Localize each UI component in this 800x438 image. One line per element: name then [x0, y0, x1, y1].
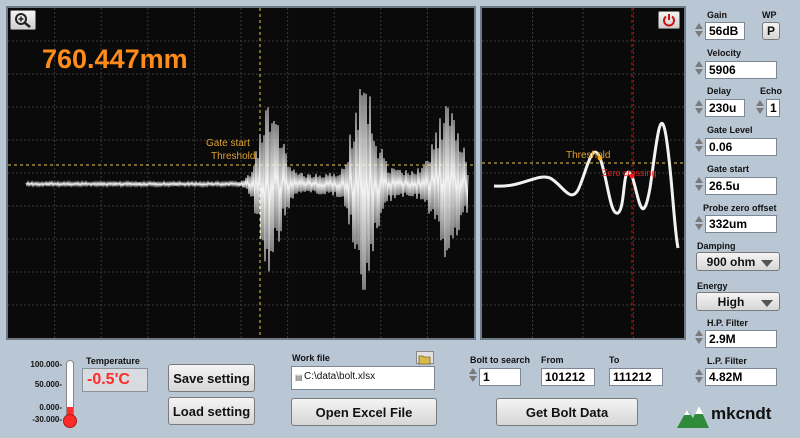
gate-start-field[interactable]: 26.5u	[705, 177, 777, 195]
chevron-down-icon	[761, 300, 773, 307]
work-file-path-field[interactable]: ▤ C:\data\bolt.xlsx	[291, 366, 435, 390]
zoom-in-icon	[15, 13, 31, 28]
thermo-tick: 50.000-	[34, 380, 62, 389]
echo-label: Echo	[760, 86, 783, 96]
energy-label: Energy	[697, 281, 728, 291]
probe-zero-spinner[interactable]	[695, 214, 703, 234]
thermo-tick: 0.000-	[39, 403, 62, 412]
load-setting-button[interactable]: Load setting	[168, 397, 255, 425]
brand-logo: mkcndt	[677, 400, 795, 432]
work-file-path: C:\data\bolt.xlsx	[304, 371, 376, 382]
damping-dropdown[interactable]: 900 ohm	[696, 252, 780, 271]
lp-filter-spinner[interactable]	[695, 367, 703, 387]
wp-label: WP	[762, 10, 777, 20]
temperature-display: -0.5'C	[82, 368, 148, 392]
folder-icon	[418, 355, 431, 365]
velocity-spinner[interactable]	[695, 59, 703, 79]
energy-value: High	[717, 294, 745, 309]
bolt-search-spinner[interactable]	[469, 366, 477, 386]
delay-label: Delay	[707, 86, 732, 96]
gate-level-label: Gate Level	[707, 125, 753, 135]
damping-label: Damping	[697, 241, 736, 251]
velocity-label: Velocity	[707, 48, 742, 58]
mountain-logo-icon	[677, 406, 709, 428]
gain-label: Gain	[707, 10, 728, 20]
gain-spinner[interactable]	[695, 21, 703, 41]
browse-folder-button[interactable]	[416, 351, 434, 365]
lp-filter-field[interactable]: 4.82M	[705, 368, 777, 386]
velocity-field[interactable]: 5906	[705, 61, 777, 79]
power-button[interactable]	[658, 11, 680, 29]
zoom-button[interactable]	[10, 10, 36, 30]
bolt-search-label: Bolt to search	[470, 355, 531, 365]
waveform-trace	[25, 88, 469, 290]
gate-start-label: Gate start	[206, 138, 250, 149]
hp-filter-field[interactable]: 2.9M	[705, 330, 777, 348]
distance-readout: 760.447mm	[42, 44, 188, 74]
echo-field[interactable]: 1	[766, 99, 780, 117]
thermo-tick: -30.000-	[32, 415, 62, 424]
hp-filter-label: H.P. Filter	[707, 318, 748, 328]
gate-level-spinner[interactable]	[695, 136, 703, 156]
zoom-waveform-panel: Threshold Zero crossing	[480, 6, 686, 340]
probe-zero-label: Probe zero offset	[703, 203, 777, 213]
from-field[interactable]: 101212	[541, 368, 595, 386]
echo-spinner[interactable]	[756, 98, 764, 118]
chevron-down-icon	[761, 260, 773, 267]
probe-zero-field[interactable]: 332um	[705, 215, 777, 233]
bolt-search-field[interactable]: 1	[479, 368, 521, 386]
save-setting-button[interactable]: Save setting	[168, 364, 255, 392]
hp-filter-spinner[interactable]	[695, 328, 703, 348]
gain-field[interactable]: 56dB	[705, 22, 745, 40]
zoomed-waveform-trace	[493, 121, 680, 249]
gate-start-spinner[interactable]	[695, 175, 703, 195]
thermometer-scale: 100.000- 50.000- 0.000- -30.000-	[22, 360, 62, 430]
lp-filter-label: L.P. Filter	[707, 356, 747, 366]
gate-start-label-setting: Gate start	[707, 164, 750, 174]
gate-level-field[interactable]: 0.06	[705, 138, 777, 156]
to-label: To	[609, 355, 620, 365]
get-bolt-data-button[interactable]: Get Bolt Data	[496, 398, 638, 426]
energy-dropdown[interactable]: High	[696, 292, 780, 311]
threshold-label-zoom: Threshold	[566, 150, 611, 161]
threshold-label: Threshold	[211, 151, 256, 162]
work-file-label: Work file	[292, 353, 330, 363]
main-waveform-panel: 760.447mm Gate start Threshold	[6, 6, 476, 340]
thermometer-icon	[63, 360, 77, 428]
power-icon	[663, 14, 675, 27]
damping-value: 900 ohm	[706, 254, 756, 269]
delay-field[interactable]: 230u	[705, 99, 745, 117]
brand-text: mkcndt	[711, 404, 772, 423]
from-label: From	[541, 355, 564, 365]
temperature-label: Temperature	[86, 356, 140, 366]
to-field[interactable]: 111212	[609, 368, 663, 386]
zero-crossing-label: Zero crossing	[602, 168, 657, 178]
wp-toggle[interactable]: P	[762, 22, 780, 40]
file-path-icon: ▤	[295, 373, 303, 382]
open-excel-file-button[interactable]: Open Excel File	[291, 398, 437, 426]
thermo-tick: 100.000-	[30, 360, 62, 369]
delay-spinner[interactable]	[695, 98, 703, 118]
